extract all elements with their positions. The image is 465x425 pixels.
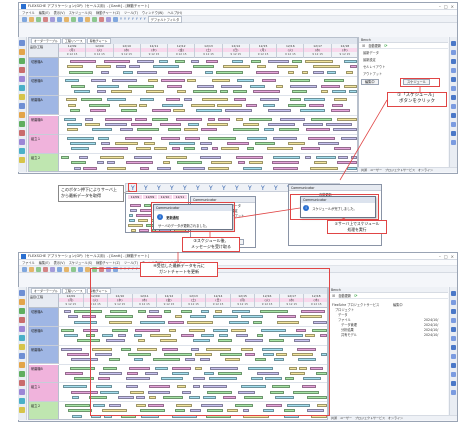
connector-line	[123, 189, 131, 194]
connector-line	[339, 217, 346, 221]
connector-lines	[123, 87, 421, 262]
connector-line	[339, 99, 388, 181]
connector-line	[234, 207, 301, 219]
